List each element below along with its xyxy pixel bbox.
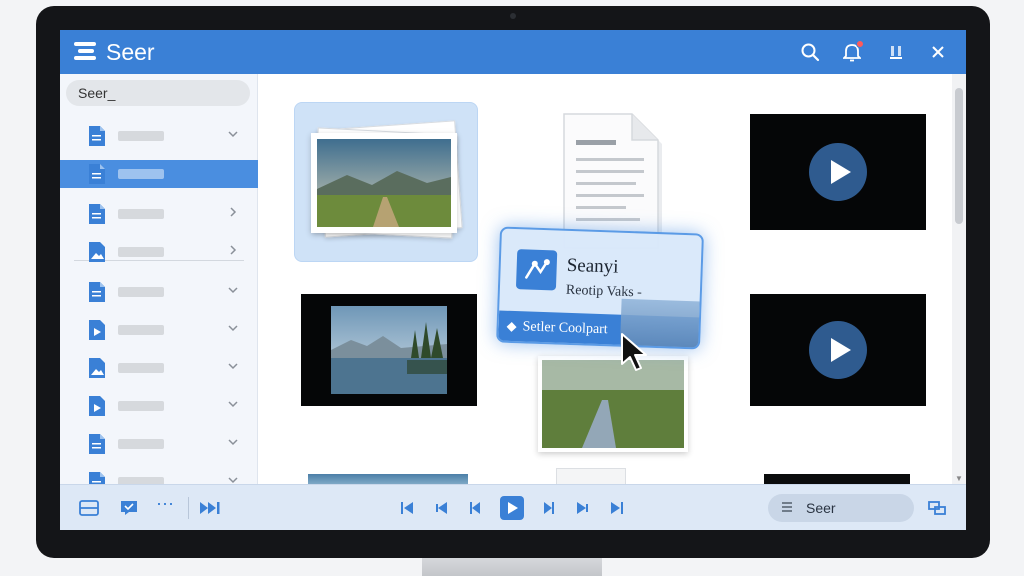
forward-icon[interactable] bbox=[572, 498, 594, 518]
partial-image-tile[interactable] bbox=[308, 474, 468, 484]
monitor-stand bbox=[422, 556, 602, 576]
document-icon bbox=[88, 281, 106, 303]
sidebar-item-9[interactable] bbox=[60, 430, 258, 458]
chevron-down-icon[interactable] bbox=[226, 127, 240, 141]
skip-forward-icon[interactable] bbox=[606, 498, 628, 518]
meadow-photo-tile[interactable] bbox=[538, 356, 688, 452]
bottom-search-field[interactable]: Seer bbox=[768, 494, 914, 522]
sidebar-item-label-placeholder bbox=[118, 287, 164, 297]
vertical-scrollbar[interactable]: ▼ bbox=[952, 74, 966, 484]
close-icon[interactable] bbox=[926, 40, 950, 64]
sidebar-item-label-placeholder bbox=[118, 363, 164, 373]
title-bar: Seer bbox=[60, 30, 966, 74]
sidebar-item-8[interactable] bbox=[60, 392, 258, 420]
chevron-down-icon[interactable] bbox=[226, 397, 240, 411]
scroll-thumb[interactable] bbox=[955, 88, 963, 224]
partial-document-tile[interactable] bbox=[556, 468, 626, 484]
chevron-down-icon[interactable] bbox=[226, 359, 240, 373]
step-forward-icon[interactable] bbox=[538, 498, 560, 518]
sidebar-item-2[interactable] bbox=[60, 160, 258, 188]
sidebar-search-input[interactable]: Seer_ bbox=[66, 80, 250, 106]
photo-stack-tile-selected[interactable] bbox=[294, 102, 478, 262]
video-icon bbox=[88, 395, 106, 417]
skip-back-icon[interactable] bbox=[396, 498, 418, 518]
sidebar-item-label-placeholder bbox=[118, 169, 164, 179]
file-share-icon bbox=[515, 249, 558, 291]
sidebar-item-label-placeholder bbox=[118, 325, 164, 335]
app-logo-icon bbox=[74, 42, 96, 62]
scroll-down-icon[interactable]: ▼ bbox=[955, 474, 963, 483]
app-window: Seer Seer_ ▼ Seanyi Reotip Vaks - Setler… bbox=[60, 30, 966, 530]
chevron-right-icon[interactable] bbox=[226, 243, 240, 257]
chevron-down-icon[interactable] bbox=[226, 321, 240, 335]
sidebar-item-label-placeholder bbox=[118, 439, 164, 449]
sidebar-item-7[interactable] bbox=[60, 354, 258, 382]
panel-icon[interactable] bbox=[78, 498, 100, 518]
document-icon bbox=[88, 203, 106, 225]
step-back-icon[interactable] bbox=[464, 498, 486, 518]
sidebar-item-5[interactable] bbox=[60, 278, 258, 306]
drag-preview-card[interactable]: Seanyi Reotip Vaks - Setler Coolpart bbox=[496, 226, 704, 350]
sidebar-item-3[interactable] bbox=[60, 200, 258, 228]
chevron-right-icon[interactable] bbox=[226, 205, 240, 219]
lake-thumbnail bbox=[331, 306, 447, 394]
chat-icon[interactable] bbox=[118, 498, 140, 518]
sidebar-item-1[interactable] bbox=[60, 122, 258, 150]
toolbar-separator bbox=[188, 497, 189, 519]
play-icon[interactable] bbox=[809, 143, 867, 201]
mouse-cursor-icon bbox=[621, 333, 647, 371]
lake-video-tile[interactable] bbox=[301, 294, 477, 406]
settings-icon[interactable] bbox=[926, 498, 948, 518]
document-icon bbox=[88, 433, 106, 455]
rewind-icon[interactable] bbox=[430, 498, 452, 518]
document-icon bbox=[88, 125, 106, 147]
fast-forward-icon[interactable] bbox=[200, 498, 222, 518]
bell-icon[interactable] bbox=[840, 40, 864, 64]
app-title: Seer bbox=[106, 39, 155, 65]
sidebar-item-6[interactable] bbox=[60, 316, 258, 344]
sidebar-item-label-placeholder bbox=[118, 131, 164, 141]
video-tile-2[interactable] bbox=[750, 294, 926, 406]
diamond-icon bbox=[506, 321, 517, 332]
partial-video-tile[interactable] bbox=[764, 474, 910, 484]
document-icon bbox=[88, 163, 106, 185]
webcam bbox=[510, 13, 516, 19]
filter-lines-icon bbox=[780, 500, 794, 516]
drag-card-title: Seanyi bbox=[566, 254, 619, 278]
sidebar-item-label-placeholder bbox=[118, 209, 164, 219]
play-button[interactable] bbox=[500, 496, 524, 520]
landscape-photo bbox=[311, 133, 457, 233]
notification-badge bbox=[856, 40, 864, 48]
video-tile-1[interactable] bbox=[750, 114, 926, 230]
sidebar-item-label-placeholder bbox=[118, 401, 164, 411]
video-icon bbox=[88, 319, 106, 341]
sidebar-item-label-placeholder bbox=[118, 247, 164, 257]
monitor-frame: Seer Seer_ ▼ Seanyi Reotip Vaks - Setler… bbox=[36, 6, 990, 558]
bottom-search-value: Seer bbox=[806, 500, 836, 516]
minimize-icon[interactable] bbox=[884, 40, 908, 64]
chevron-down-icon[interactable] bbox=[226, 435, 240, 449]
drag-card-footer-label: Setler Coolpart bbox=[522, 319, 608, 338]
bottom-toolbar: ⋯ Seer bbox=[60, 484, 966, 530]
more-icon[interactable]: ⋯ bbox=[154, 494, 176, 514]
image-icon bbox=[88, 357, 106, 379]
search-icon[interactable] bbox=[798, 40, 822, 64]
sidebar: Seer_ bbox=[60, 74, 258, 492]
sidebar-item-4[interactable] bbox=[60, 238, 258, 266]
play-icon[interactable] bbox=[809, 321, 867, 379]
image-icon bbox=[88, 241, 106, 263]
chevron-down-icon[interactable] bbox=[226, 283, 240, 297]
